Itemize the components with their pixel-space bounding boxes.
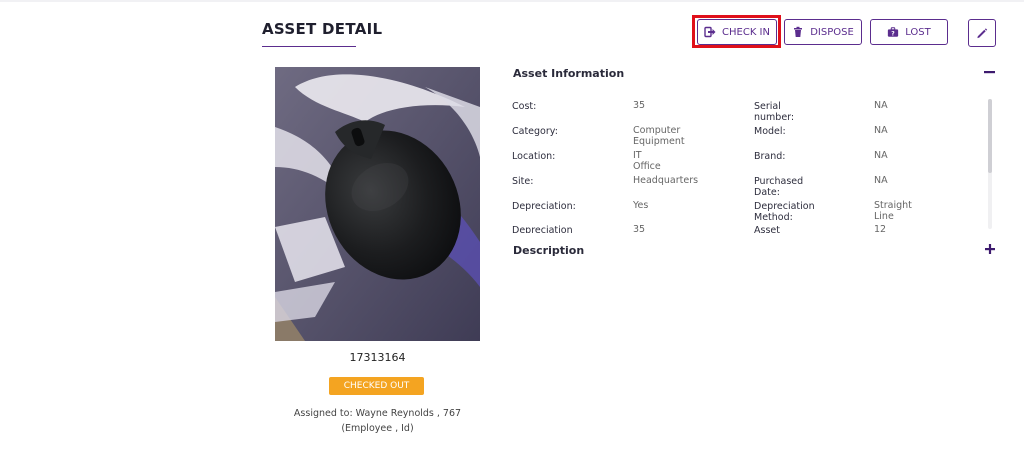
info-label: Depreciation	[512, 225, 573, 233]
info-value: 35	[633, 224, 646, 233]
edit-button[interactable]	[968, 19, 996, 47]
info-value: NA	[874, 150, 888, 161]
expand-button[interactable]	[982, 241, 998, 257]
info-value: Computer Equipment	[633, 125, 685, 147]
lost-button[interactable]: ? LOST	[870, 19, 948, 45]
asset-information-title[interactable]: Asset Information	[513, 67, 624, 80]
info-label: Location:	[512, 151, 556, 162]
plus-icon	[982, 242, 998, 261]
lost-label: LOST	[905, 26, 931, 38]
trash-icon	[792, 26, 804, 38]
assigned-to-name: Assigned to: Wayne Reynolds , 767	[293, 408, 462, 419]
info-label: Purchased Date:	[754, 176, 804, 198]
info-value: NA	[874, 100, 888, 111]
status-badge: CHECKED OUT	[329, 377, 424, 395]
pencil-icon	[976, 27, 988, 39]
info-value: 12	[874, 224, 887, 233]
asset-information-panel[interactable]: Cost: 35 Serial number: NA Category: Com…	[508, 95, 978, 233]
info-value: Yes	[633, 200, 649, 211]
collapse-button[interactable]	[982, 64, 998, 80]
info-value: 35	[633, 100, 646, 111]
info-label: Brand:	[754, 151, 786, 162]
check-in-label: CHECK IN	[722, 26, 770, 38]
svg-text:?: ?	[891, 30, 895, 37]
page-title: ASSET DETAIL	[262, 20, 383, 38]
info-label: Cost:	[512, 101, 537, 112]
dispose-label: DISPOSE	[810, 26, 854, 38]
info-label: Depreciation Method:	[754, 201, 815, 223]
info-value: Headquarters	[633, 175, 699, 186]
asset-photo	[275, 67, 480, 341]
info-label: Site:	[512, 176, 534, 187]
asset-id: 17313164	[349, 351, 406, 364]
info-value: NA	[874, 175, 888, 186]
dispose-button[interactable]: DISPOSE	[784, 19, 862, 45]
info-value: IT Office	[633, 150, 661, 172]
top-divider	[0, 0, 1024, 2]
info-label: Asset Life(Month):	[754, 225, 780, 233]
lost-bag-icon: ?	[887, 26, 899, 38]
assigned-to: Assigned to: Wayne Reynolds , 767 (Emplo…	[270, 406, 485, 436]
description-title[interactable]: Description	[513, 244, 584, 257]
scrollbar-thumb[interactable]	[988, 99, 992, 173]
title-underline	[262, 46, 356, 47]
check-in-icon	[704, 26, 716, 38]
info-value: Straight Line	[874, 200, 912, 222]
info-value: NA	[874, 125, 888, 136]
info-label: Depreciation:	[512, 201, 576, 212]
minus-icon	[982, 65, 998, 84]
info-label: Category:	[512, 126, 558, 137]
check-in-button[interactable]: CHECK IN	[697, 19, 777, 45]
info-label: Serial number:	[754, 101, 795, 123]
info-label: Model:	[754, 126, 786, 137]
assigned-to-type: (Employee , Id)	[341, 423, 414, 434]
